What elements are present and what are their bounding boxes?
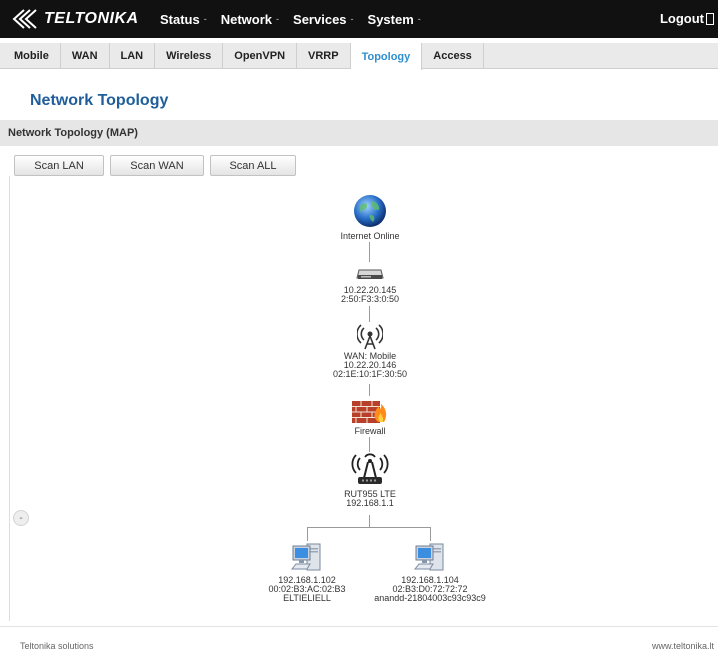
tab-vrrp[interactable]: VRRP	[297, 43, 351, 69]
router-icon	[351, 453, 389, 484]
antenna-icon	[357, 324, 383, 350]
menu-network[interactable]: Network -	[221, 12, 279, 27]
menu-status-caret: -	[203, 14, 207, 24]
footer-website-link[interactable]: www.teltonika.lt	[652, 641, 714, 651]
computer-icon	[290, 543, 321, 571]
globe-icon	[354, 195, 386, 227]
tab-lan[interactable]: LAN	[110, 43, 156, 69]
menu-system-caret: -	[417, 14, 421, 24]
logout-link[interactable]: Logout	[660, 11, 714, 26]
gateway-device-icon	[356, 269, 384, 279]
menu-network-label: Network	[220, 11, 273, 27]
menu-system-label: System	[367, 11, 414, 27]
page-title: Network Topology	[30, 92, 169, 109]
client-1-hostname: ELTIELIELL	[283, 593, 331, 603]
footer-company: Teltonika solutions	[20, 641, 94, 651]
footer-divider	[0, 626, 718, 627]
tab-openvpn[interactable]: OpenVPN	[223, 43, 298, 69]
top-navigation-bar: TELTONIKA Status - Network - Services - …	[0, 0, 718, 38]
teltonika-logo[interactable]: TELTONIKA	[10, 7, 139, 31]
internet-status: Internet Online	[340, 231, 400, 241]
menu-network-caret: -	[276, 14, 280, 24]
scan-wan-button[interactable]: Scan WAN	[110, 155, 204, 176]
node-client-1[interactable]: 192.168.1.102 00:02:B3:AC:02:B3 ELTIELIE…	[247, 542, 367, 603]
menu-status-label: Status	[160, 11, 200, 27]
map-left-border	[9, 176, 10, 621]
collapse-button[interactable]: -	[13, 510, 29, 526]
menu-services-label: Services	[293, 11, 347, 27]
logout-icon	[706, 12, 714, 25]
logout-label: Logout	[659, 11, 704, 26]
menu-services[interactable]: Services -	[293, 12, 354, 27]
teltonika-logo-icon	[12, 9, 37, 29]
node-wan[interactable]: WAN: Mobile 10.22.20.146 02:1E:10:1F:30:…	[310, 322, 430, 379]
client-2-hostname: anandd-21804003c93c93c9	[374, 593, 486, 603]
brand-name: TELTONIKA	[44, 10, 139, 27]
router-ip: 192.168.1.1	[346, 498, 394, 508]
node-client-2[interactable]: 192.168.1.104 02:B3:D0:72:72:72 anandd-2…	[360, 542, 500, 603]
firewall-icon	[352, 401, 387, 423]
menu-status[interactable]: Status -	[160, 12, 207, 27]
tab-access[interactable]: Access	[422, 43, 484, 69]
network-tabs: Mobile WAN LAN Wireless OpenVPN VRRP Top…	[0, 43, 718, 70]
computer-icon	[413, 543, 444, 571]
main-menu: Status - Network - Services - System -	[160, 0, 435, 38]
tab-wireless[interactable]: Wireless	[155, 43, 224, 69]
tab-wan[interactable]: WAN	[61, 43, 110, 69]
menu-services-caret: -	[350, 14, 354, 24]
tab-mobile[interactable]: Mobile	[0, 43, 61, 69]
node-firewall[interactable]: Firewall	[330, 398, 410, 436]
gateway-mac: 2:50:F3:3:0:50	[340, 294, 400, 304]
node-router[interactable]: RUT955 LTE 192.168.1.1	[320, 452, 420, 508]
scan-button-group: Scan LAN Scan WAN Scan ALL	[14, 155, 302, 176]
node-internet[interactable]: Internet Online	[325, 193, 415, 241]
firewall-label: Firewall	[354, 426, 386, 436]
scan-lan-button[interactable]: Scan LAN	[14, 155, 104, 176]
wan-mac: 02:1E:10:1F:30:50	[332, 369, 408, 379]
section-header: Network Topology (MAP)	[0, 120, 718, 146]
node-gateway[interactable]: 10.22.20.145 2:50:F3:3:0:50	[320, 264, 420, 304]
tab-topology[interactable]: Topology	[350, 43, 423, 70]
scan-all-button[interactable]: Scan ALL	[210, 155, 296, 176]
menu-system[interactable]: System -	[368, 12, 421, 27]
